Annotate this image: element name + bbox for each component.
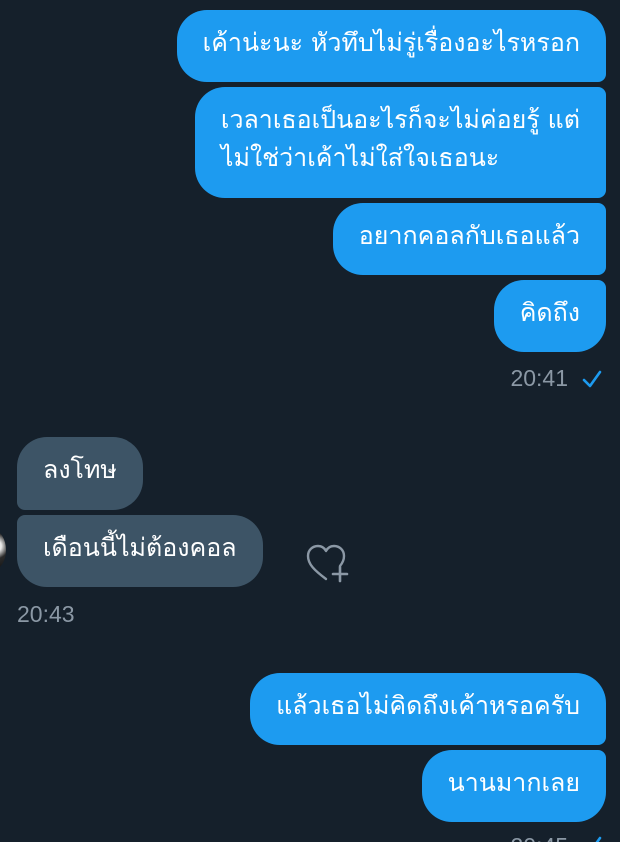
message-timestamp: 20:45 <box>510 833 568 842</box>
message-timestamp: 20:41 <box>510 365 568 391</box>
message-bubble-outgoing[interactable]: เวลาเธอเป็นอะไรก็จะไม่ค่อยรู้ แต่ ไม่ใช่… <box>194 87 606 198</box>
message-bubble-outgoing[interactable]: อยากคอลกับเธอแล้ว <box>332 203 606 275</box>
checkmark-icon <box>582 370 602 388</box>
chat-thread: เค้าน่ะนะ หัวทึบไม่รู่เรื่องอะไรหรอก เวล… <box>0 0 620 842</box>
checkmark-icon <box>595 836 602 842</box>
message-bubble-outgoing[interactable]: คิดถึง <box>493 280 606 352</box>
message-bubble-incoming[interactable]: เดือนนี้ไม่ต้องคอล <box>17 515 263 587</box>
message-bubble-outgoing[interactable]: นานมากเลย <box>421 750 606 822</box>
message-bubble-incoming[interactable]: ลงโทษ <box>17 437 143 510</box>
message-bubble-outgoing[interactable]: แล้วเธอไม่คิดถึงเค้าหรอครับ <box>250 673 606 745</box>
message-timestamp: 20:43 <box>17 601 75 627</box>
avatar[interactable] <box>0 530 6 570</box>
message-bubble-outgoing[interactable]: เค้าน่ะนะ หัวทึบไม่รู่เรื่องอะไรหรอก <box>176 10 606 82</box>
heart-plus-icon[interactable] <box>304 543 354 585</box>
